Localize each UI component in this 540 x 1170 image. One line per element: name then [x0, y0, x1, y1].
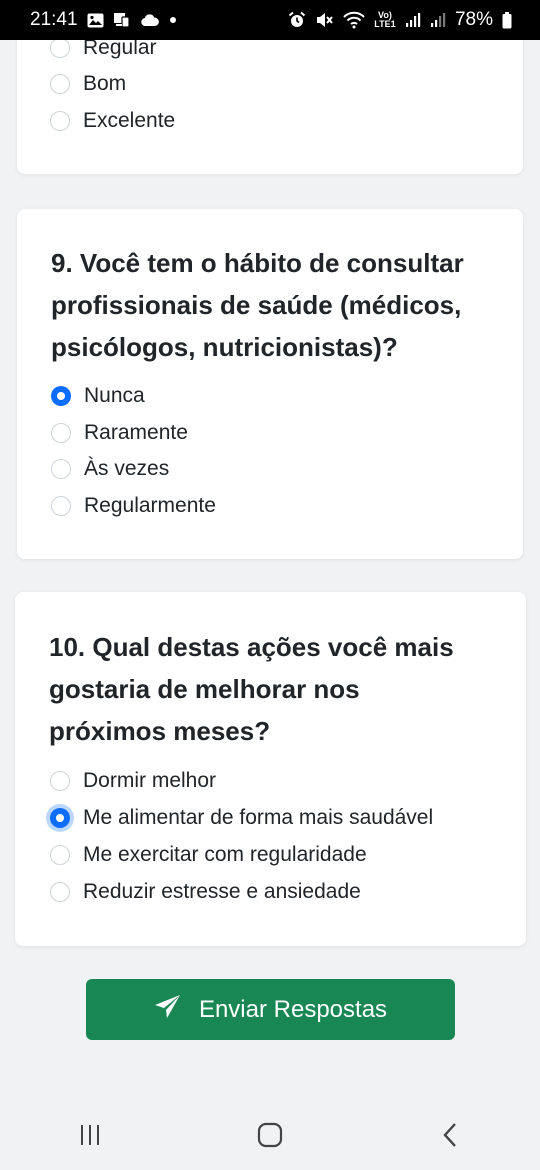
- image-icon: [87, 13, 104, 28]
- screen-icon: [113, 12, 131, 28]
- submit-label: Enviar Respostas: [198, 995, 388, 1023]
- radio-button[interactable]: [50, 882, 70, 902]
- signal-icon: [430, 12, 446, 28]
- radio-button[interactable]: [50, 74, 70, 94]
- radio-button[interactable]: [50, 38, 70, 58]
- option-exercitar[interactable]: Me exercitar com regularidade: [50, 840, 367, 870]
- option-label: Reduzir estresse e ansiedade: [83, 880, 361, 903]
- home-icon[interactable]: [240, 1105, 300, 1165]
- option-label: Regularmente: [84, 494, 216, 517]
- status-bar: 21:41 Vo) LTE1 78%: [0, 0, 540, 40]
- network-label: Vo) LTE1: [374, 10, 396, 29]
- alarm-icon: [288, 11, 306, 29]
- option-regularmente[interactable]: Regularmente: [51, 491, 216, 521]
- radio-button[interactable]: [50, 111, 70, 131]
- option-label: Nunca: [84, 384, 145, 407]
- option-label: Me alimentar de forma mais saudável: [83, 806, 434, 829]
- question-line: próximos meses?: [49, 716, 271, 746]
- radio-button[interactable]: [50, 771, 70, 791]
- signal-icon: [405, 12, 421, 28]
- option-nunca[interactable]: Nunca: [51, 381, 145, 411]
- submit-button[interactable]: Enviar Respostas: [86, 979, 455, 1040]
- option-as-vezes[interactable]: Às vezes: [51, 454, 169, 484]
- option-alimentar[interactable]: Me alimentar de forma mais saudável: [50, 803, 433, 833]
- option-label: Dormir melhor: [83, 769, 217, 792]
- question-card-9: 9. Você tem o hábito de consultar profis…: [17, 209, 523, 559]
- question-title: 9. Você tem o hábito de consultar profis…: [51, 242, 464, 368]
- radio-button[interactable]: [51, 496, 71, 516]
- option-label: Excelente: [83, 109, 176, 132]
- battery-icon: [502, 11, 512, 29]
- mute-icon: [315, 11, 334, 29]
- navigation-bar: [0, 1100, 540, 1170]
- battery-percent: 78%: [454, 9, 493, 30]
- radio-button[interactable]: [51, 459, 71, 479]
- question-line: 9. Você tem o hábito de consultar: [51, 248, 464, 278]
- question-title: 10. Qual destas ações você mais gostaria…: [49, 626, 454, 752]
- question-line: psicólogos, nutricionistas)?: [51, 332, 398, 362]
- lte-icon: Vo) LTE1: [374, 11, 396, 29]
- option-label: Às vezes: [84, 457, 170, 480]
- radio-button[interactable]: [51, 423, 71, 443]
- option-dormir-melhor[interactable]: Dormir melhor: [50, 766, 216, 796]
- radio-button-checked[interactable]: [50, 808, 70, 828]
- option-excelente[interactable]: Excelente: [50, 106, 175, 136]
- question-line: gostaria de melhorar nos: [49, 674, 360, 704]
- question-line: 10. Qual destas ações você mais: [49, 632, 454, 662]
- radio-button-checked[interactable]: [51, 386, 71, 406]
- option-label: Me exercitar com regularidade: [83, 843, 367, 866]
- status-time: 21:41: [30, 9, 78, 30]
- back-icon[interactable]: [420, 1105, 480, 1165]
- option-raramente[interactable]: Raramente: [51, 418, 188, 448]
- wifi-icon: [343, 11, 365, 29]
- recent-apps-icon[interactable]: [60, 1105, 120, 1165]
- question-line: profissionais de saúde (médicos,: [51, 290, 462, 320]
- question-card-10: 10. Qual destas ações você mais gostaria…: [15, 592, 526, 946]
- send-icon: [154, 994, 181, 1026]
- option-label: Raramente: [84, 421, 188, 444]
- radio-button[interactable]: [50, 845, 70, 865]
- cloud-icon: [140, 13, 159, 27]
- dot-icon: [168, 15, 178, 25]
- option-label: Bom: [83, 72, 127, 95]
- option-bom[interactable]: Bom: [50, 69, 126, 99]
- option-reduzir-estresse[interactable]: Reduzir estresse e ansiedade: [50, 877, 361, 907]
